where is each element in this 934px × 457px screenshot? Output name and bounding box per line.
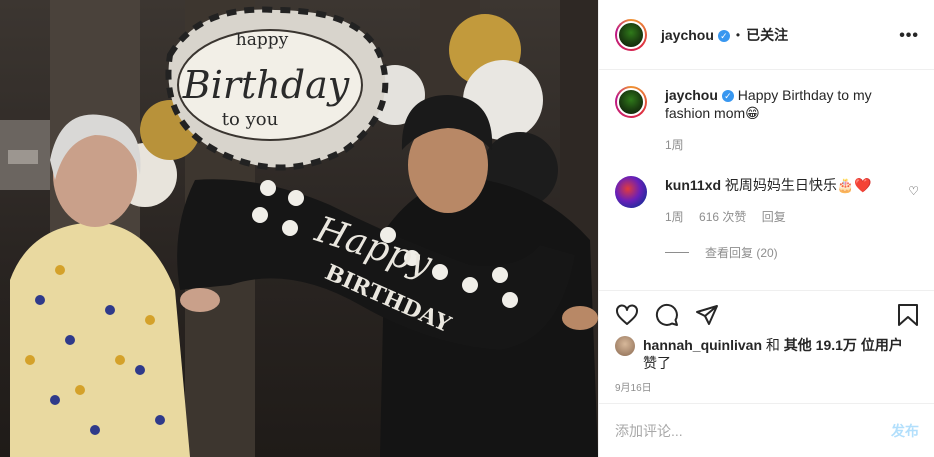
verified-badge-icon: ✓: [717, 29, 730, 42]
add-comment-bar: 添加评论... 发布: [599, 403, 934, 457]
likes-suffix: 赞了: [643, 355, 671, 371]
caption-comment: jaychou ✓ Happy Birthday to my fashion mo…: [615, 86, 919, 154]
author-username[interactable]: jaychou ✓: [661, 27, 730, 43]
balloon-text-birthday: Birthday: [182, 63, 350, 107]
commenter-avatar[interactable]: [615, 176, 647, 208]
follow-status-button[interactable]: 已关注: [746, 25, 788, 45]
balloon-text-happy: happy: [236, 30, 289, 50]
view-replies-label: 查看回复 (20): [705, 246, 778, 260]
caption-meta: 1周: [665, 136, 895, 154]
save-bookmark-button[interactable]: [897, 303, 919, 327]
like-heart-icon[interactable]: [615, 303, 639, 327]
comment-meta: 1周 616 次赞 回复: [665, 208, 895, 226]
comments-list: jaychou ✓ Happy Birthday to my fashion mo…: [615, 86, 919, 261]
replies-divider: [665, 252, 689, 253]
separator-dot: •: [735, 27, 741, 42]
liker-username[interactable]: hannah_quinlivan: [643, 337, 762, 353]
likes-summary: hannah_quinlivan 和 其他 19.1万 位用户 赞了: [615, 336, 919, 372]
post-photo[interactable]: happy Birthday to you Happy BIRTHDAY: [0, 0, 598, 457]
liker-avatar[interactable]: [615, 336, 635, 356]
comment-like-count[interactable]: 616 次赞: [699, 210, 746, 224]
comment-time[interactable]: 1周: [665, 210, 684, 224]
add-comment-input[interactable]: 添加评论...: [615, 421, 891, 441]
likes-others-button[interactable]: 其他 19.1万 位用户: [784, 337, 903, 353]
post-side-panel: jaychou ✓ • 已关注 ••• jaychou ✓ Happy Birthd…: [598, 0, 934, 457]
likes-and: 和: [765, 337, 780, 353]
comment-bubble-icon[interactable]: [655, 303, 679, 327]
post-actions: hannah_quinlivan 和 其他 19.1万 位用户 赞了 9月16日…: [599, 290, 934, 456]
comment-like-heart-icon[interactable]: ♡: [908, 184, 919, 198]
caption-avatar[interactable]: [615, 86, 647, 118]
balloon-text-to-you: to you: [222, 109, 278, 130]
bookmark-icon: [898, 304, 918, 326]
caption-username[interactable]: jaychou: [665, 87, 718, 103]
comment-item: kun11xd 祝周妈妈生日快乐🎂❤️ 1周 616 次赞 回复 ♡: [615, 176, 919, 226]
more-options-icon[interactable]: •••: [899, 27, 919, 45]
post-header: jaychou ✓ • 已关注 •••: [599, 0, 934, 70]
post-comment-button[interactable]: 发布: [891, 421, 919, 441]
verified-badge-icon: ✓: [721, 90, 734, 102]
comment-text: 祝周妈妈生日快乐🎂❤️: [724, 177, 872, 193]
caption-time[interactable]: 1周: [665, 138, 684, 152]
view-replies[interactable]: 查看回复 (20): [665, 244, 919, 261]
author-avatar[interactable]: [615, 18, 647, 51]
share-send-icon[interactable]: [695, 303, 719, 327]
comment-reply-button[interactable]: 回复: [762, 210, 786, 224]
commenter-username[interactable]: kun11xd: [665, 177, 721, 193]
post-date[interactable]: 9月16日: [615, 379, 652, 394]
action-icons: [615, 303, 719, 327]
birthday-photo-illustration: happy Birthday to you Happy BIRTHDAY: [0, 0, 598, 457]
